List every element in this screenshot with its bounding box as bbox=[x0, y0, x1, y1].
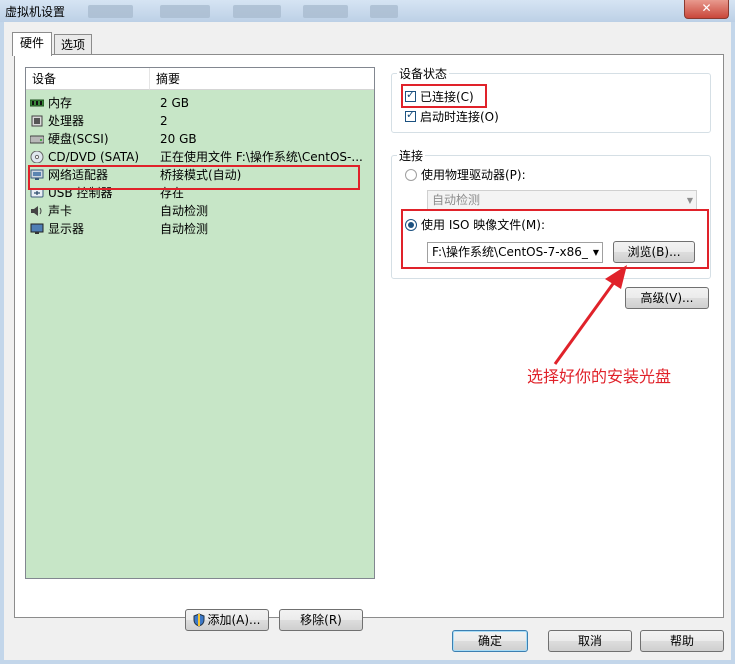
add-device-button[interactable]: 添加(A)... bbox=[185, 609, 269, 631]
cpu-icon bbox=[31, 115, 43, 127]
monitor-icon bbox=[30, 223, 44, 234]
device-row-harddisk[interactable]: 硬盘(SCSI) 20 GB bbox=[26, 130, 374, 148]
close-button[interactable]: ✕ bbox=[684, 0, 729, 19]
connection-label: 连接 bbox=[397, 147, 426, 164]
device-row-memory[interactable]: 内存 2 GB bbox=[26, 94, 374, 112]
background-window-tab bbox=[370, 5, 398, 18]
window-title: 虚拟机设置 bbox=[5, 5, 66, 19]
connect-at-power-on-checkbox[interactable] bbox=[405, 108, 416, 122]
hardware-tab-page: 设备 摘要 内存 2 GB 处理器 2 硬盘(SCSI) 20 GB CD/DV… bbox=[14, 54, 724, 631]
annotation-text: 选择好你的安装光盘 bbox=[527, 367, 672, 386]
annotation-arrow-icon bbox=[553, 265, 627, 365]
speaker-icon bbox=[31, 206, 42, 216]
help-button[interactable]: 帮助 bbox=[640, 630, 724, 652]
column-header-device[interactable]: 设备 bbox=[26, 68, 150, 90]
highlight-connected bbox=[401, 84, 487, 108]
memory-icon bbox=[30, 99, 44, 107]
ok-button[interactable]: 确定 bbox=[452, 630, 528, 652]
dialog-body: 硬件 选项 设备 摘要 内存 2 GB 处理器 2 硬盘(SCSI) 20 GB bbox=[4, 22, 731, 660]
tab-options[interactable]: 选项 bbox=[54, 34, 92, 55]
device-list[interactable]: 设备 摘要 内存 2 GB 处理器 2 硬盘(SCSI) 20 GB CD/DV… bbox=[25, 67, 375, 579]
background-window-tab bbox=[160, 5, 210, 18]
cancel-button[interactable]: 取消 bbox=[548, 630, 632, 652]
cdrom-icon bbox=[30, 151, 44, 163]
background-window-tab bbox=[303, 5, 348, 18]
physical-drive-select[interactable]: 自动检测 ▼ bbox=[427, 190, 697, 211]
chevron-down-icon: ▼ bbox=[686, 196, 693, 205]
physical-drive-radio[interactable] bbox=[405, 169, 417, 181]
remove-device-button[interactable]: 移除(R) bbox=[279, 609, 363, 631]
advanced-button[interactable]: 高级(V)... bbox=[625, 287, 709, 309]
device-row-sound-card[interactable]: 声卡 自动检测 bbox=[26, 202, 374, 220]
close-icon: ✕ bbox=[701, 1, 712, 15]
title-bar: 虚拟机设置 ✕ bbox=[0, 0, 735, 22]
device-row-display[interactable]: 显示器 自动检测 bbox=[26, 220, 374, 238]
background-window-tab bbox=[233, 5, 281, 18]
column-header-summary[interactable]: 摘要 bbox=[150, 68, 374, 90]
highlight-cdrom-row bbox=[28, 165, 360, 190]
device-status-label: 设备状态 bbox=[397, 65, 450, 82]
device-row-cdrom[interactable]: CD/DVD (SATA) 正在使用文件 F:\操作系统\CentOS-... bbox=[26, 148, 374, 166]
shield-icon bbox=[193, 613, 205, 627]
background-window-tab bbox=[88, 5, 133, 18]
device-row-processor[interactable]: 处理器 2 bbox=[26, 112, 374, 130]
connect-at-power-on-label[interactable]: 启动时连接(O) bbox=[420, 108, 499, 125]
tab-hardware[interactable]: 硬件 bbox=[12, 32, 52, 56]
physical-drive-label[interactable]: 使用物理驱动器(P): bbox=[421, 166, 526, 183]
harddisk-icon bbox=[30, 135, 44, 144]
